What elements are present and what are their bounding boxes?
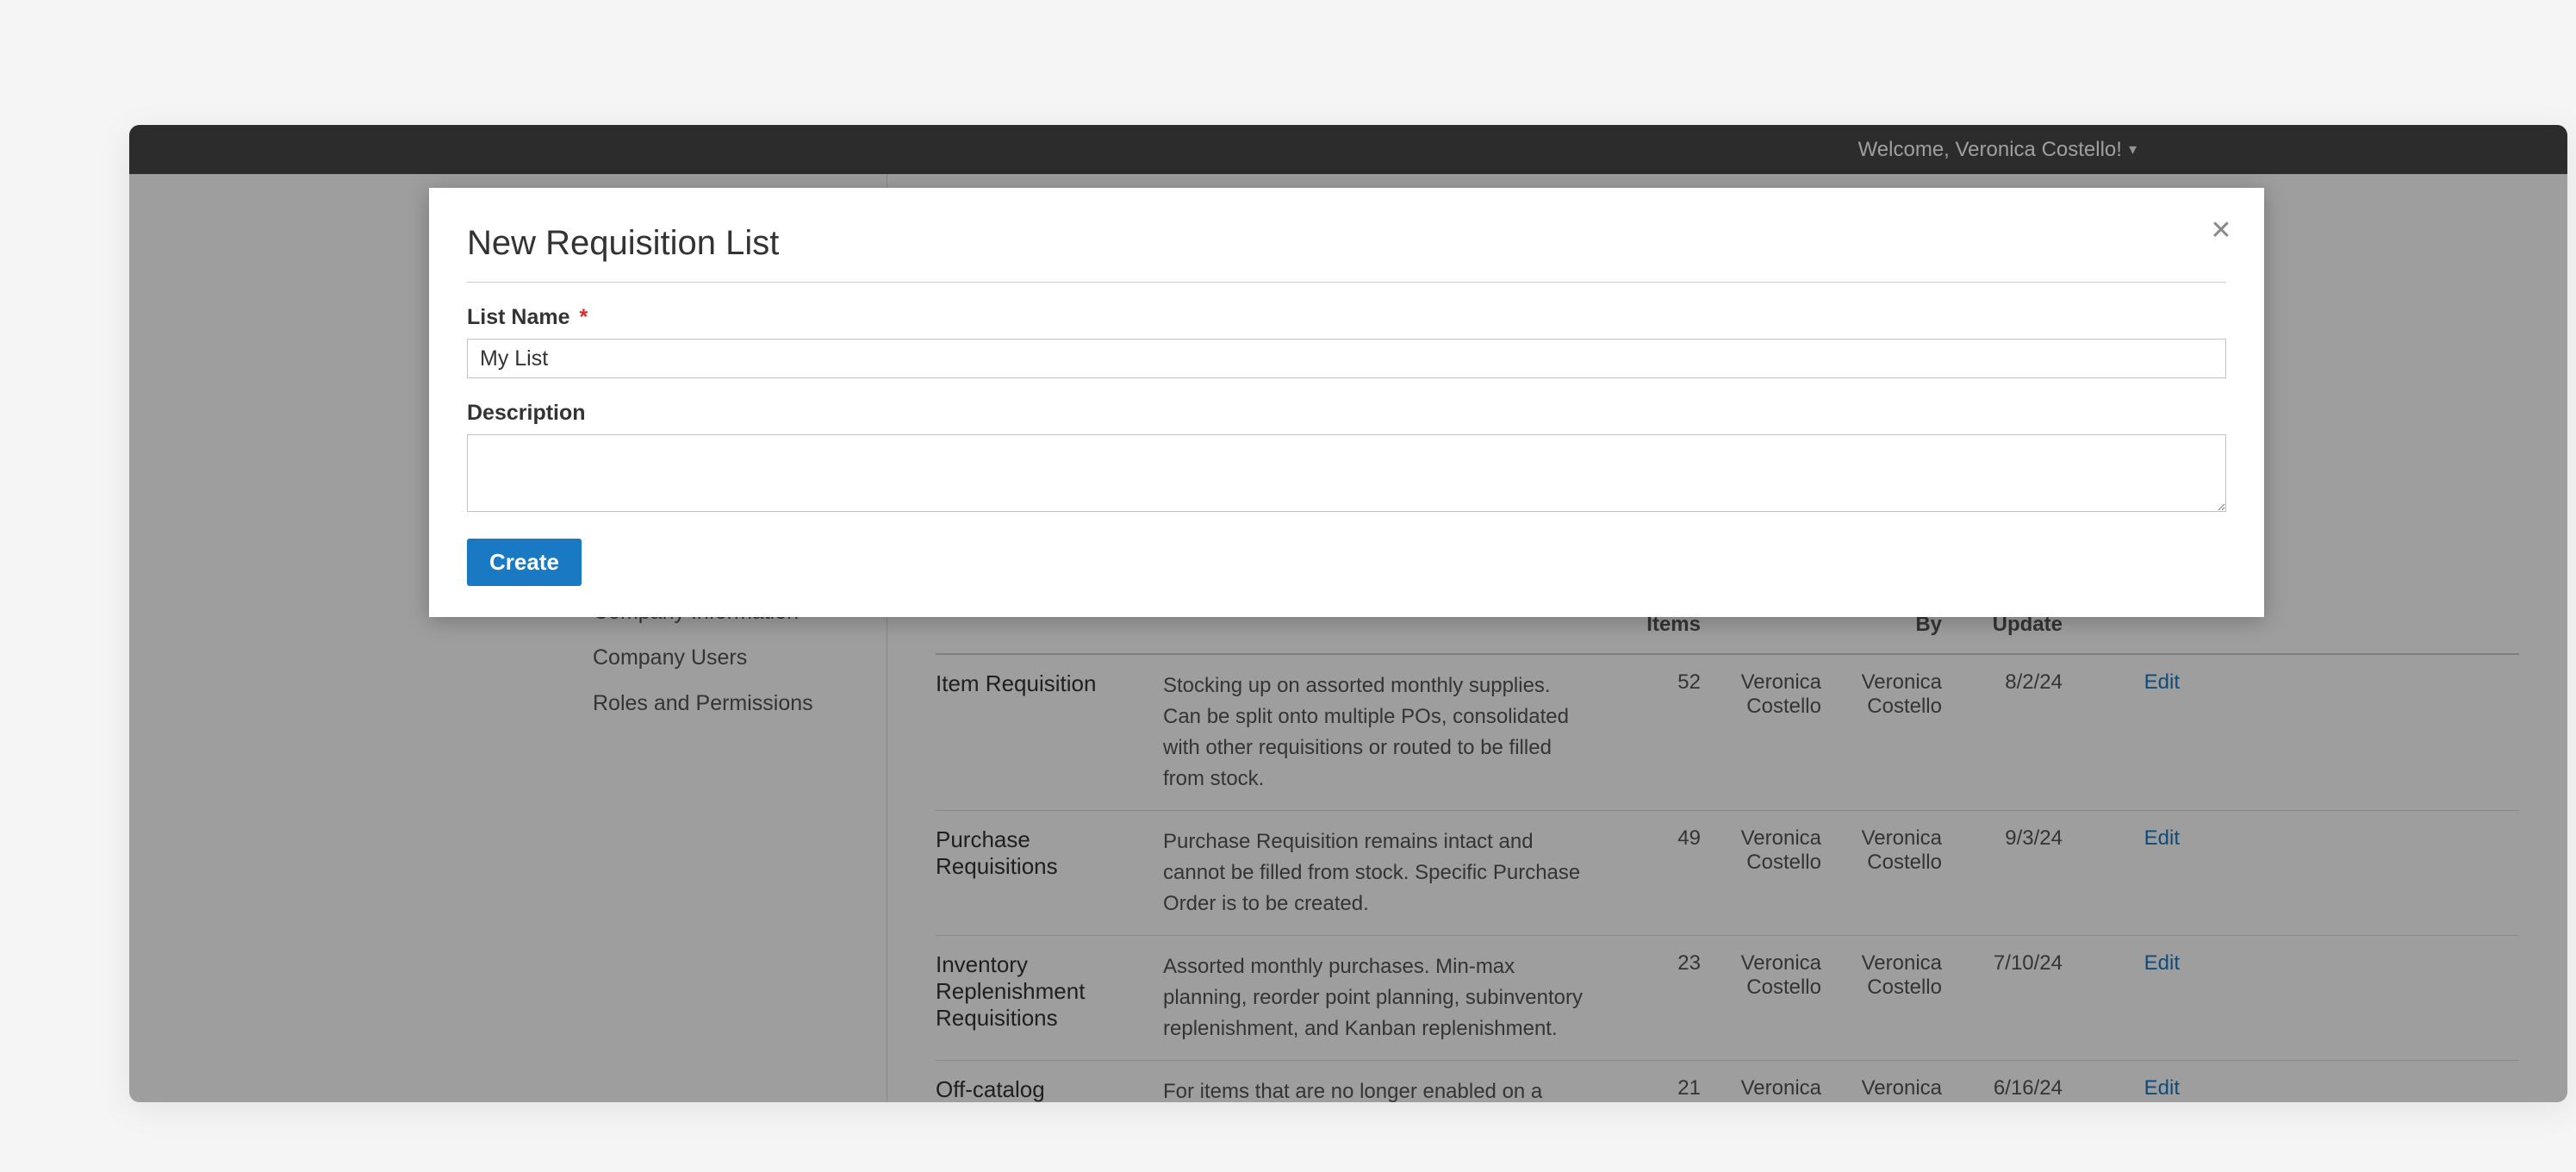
list-name-label: List Name * [467,305,2226,330]
list-name-label-text: List Name [467,305,569,329]
list-name-input[interactable] [467,339,2226,378]
close-icon[interactable]: ✕ [2207,217,2235,245]
new-requisition-list-modal: ✕ New Requisition List List Name * Descr… [429,188,2264,617]
description-textarea[interactable] [467,434,2226,512]
description-label: Description [467,401,2226,426]
list-name-field: List Name * [467,305,2226,378]
required-asterisk: * [579,305,588,329]
description-field: Description [467,401,2226,516]
create-button[interactable]: Create [467,539,582,586]
modal-title: New Requisition List [467,224,2226,283]
